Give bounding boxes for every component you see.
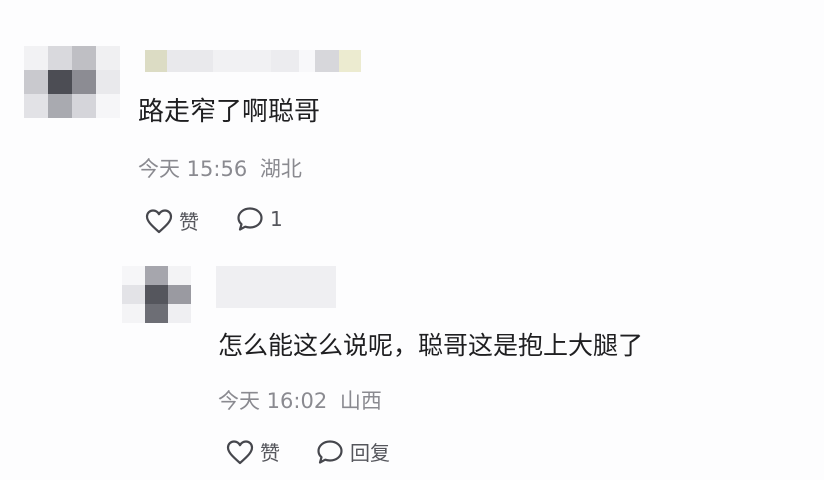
speech-bubble-icon: [236, 206, 264, 232]
comment-time: 今天 15:56: [138, 157, 248, 181]
reply-label: 回复: [350, 441, 390, 465]
comment-meta: 今天 15:56 湖北: [138, 153, 302, 183]
comment-text: 路走窄了啊聪哥: [138, 97, 321, 127]
heart-outline-icon: [145, 208, 173, 234]
reply-time: 今天 16:02: [218, 389, 328, 413]
username-blurred[interactable]: [145, 50, 361, 72]
comment-location: 湖北: [259, 157, 302, 181]
reply-button[interactable]: 回复: [316, 437, 390, 466]
avatar[interactable]: [24, 46, 120, 118]
like-button[interactable]: 赞: [145, 206, 199, 235]
reply-meta: 今天 16:02 山西: [218, 385, 382, 415]
reply-username-blurred[interactable]: [216, 266, 336, 308]
reply-text: 怎么能这么说呢，聪哥这是抱上大腿了: [218, 331, 644, 360]
reply-count: 1: [270, 207, 283, 231]
heart-outline-icon: [226, 439, 254, 465]
reply-like-label: 赞: [260, 441, 280, 465]
reply-like-button[interactable]: 赞: [226, 437, 280, 466]
speech-bubble-icon: [316, 439, 344, 465]
comment-reply-count-button[interactable]: 1: [236, 206, 283, 232]
reply-avatar[interactable]: [122, 266, 191, 323]
reply-location: 山西: [339, 389, 382, 413]
like-label: 赞: [179, 210, 199, 234]
